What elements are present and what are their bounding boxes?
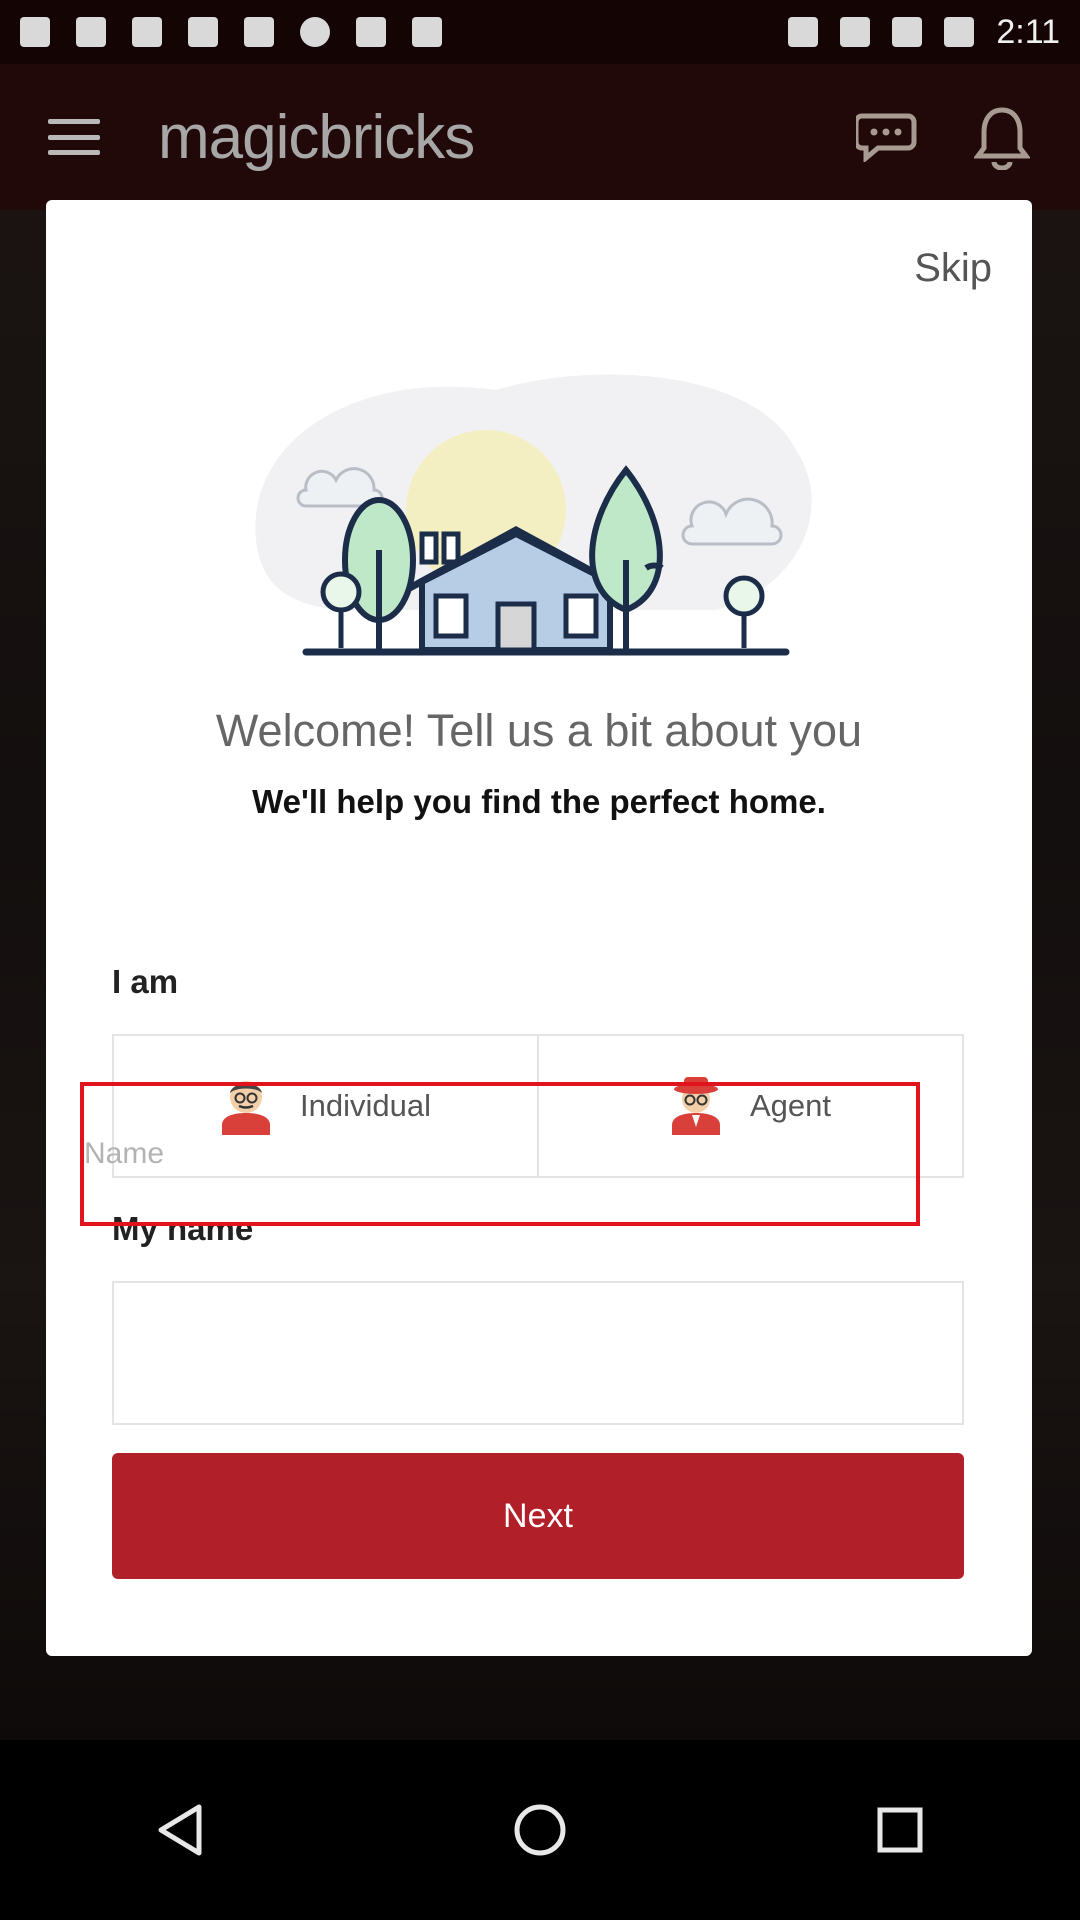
i-am-label: I am: [112, 963, 179, 1000]
notification-icon: [188, 17, 218, 47]
nav-back-button[interactable]: [120, 1770, 240, 1890]
onboarding-dialog: Skip Welcome! Tell us a bit about you We…: [46, 200, 1032, 1656]
chat-icon[interactable]: [856, 112, 918, 162]
skip-button[interactable]: Skip: [914, 246, 992, 291]
name-field-frame: [112, 1281, 964, 1425]
system-nav-bar: [0, 1740, 1080, 1920]
welcome-subtitle: We'll help you find the perfect home.: [252, 783, 826, 820]
home-icon: [514, 1804, 566, 1856]
battery-icon: [944, 17, 975, 47]
info-icon: [300, 17, 330, 47]
nav-home-button[interactable]: [480, 1770, 600, 1890]
next-button[interactable]: Next: [112, 1453, 964, 1579]
house-illustration: [255, 374, 812, 656]
bluetooth-icon: [788, 17, 819, 47]
nav-recents-button[interactable]: [840, 1770, 960, 1890]
status-time: 2:11: [996, 12, 1060, 51]
notification-icon: [76, 17, 106, 47]
name-input[interactable]: [80, 1082, 920, 1226]
menu-icon[interactable]: [48, 119, 100, 155]
signal-icon: [892, 17, 923, 47]
recents-icon: [877, 1807, 923, 1853]
status-bar: 2:11: [0, 0, 1080, 64]
location-icon: [356, 17, 386, 47]
gallery-icon: [20, 17, 50, 47]
welcome-title: Welcome! Tell us a bit about you: [215, 705, 863, 756]
brand-logo: magicbricks: [158, 102, 475, 172]
back-icon: [158, 1804, 202, 1856]
wifi-icon: [840, 17, 871, 47]
app-header: magicbricks: [0, 64, 1080, 210]
notification-icon: [244, 17, 274, 47]
bell-icon[interactable]: [974, 104, 1030, 170]
lock-icon: [412, 17, 442, 47]
mail-icon: [132, 17, 162, 47]
